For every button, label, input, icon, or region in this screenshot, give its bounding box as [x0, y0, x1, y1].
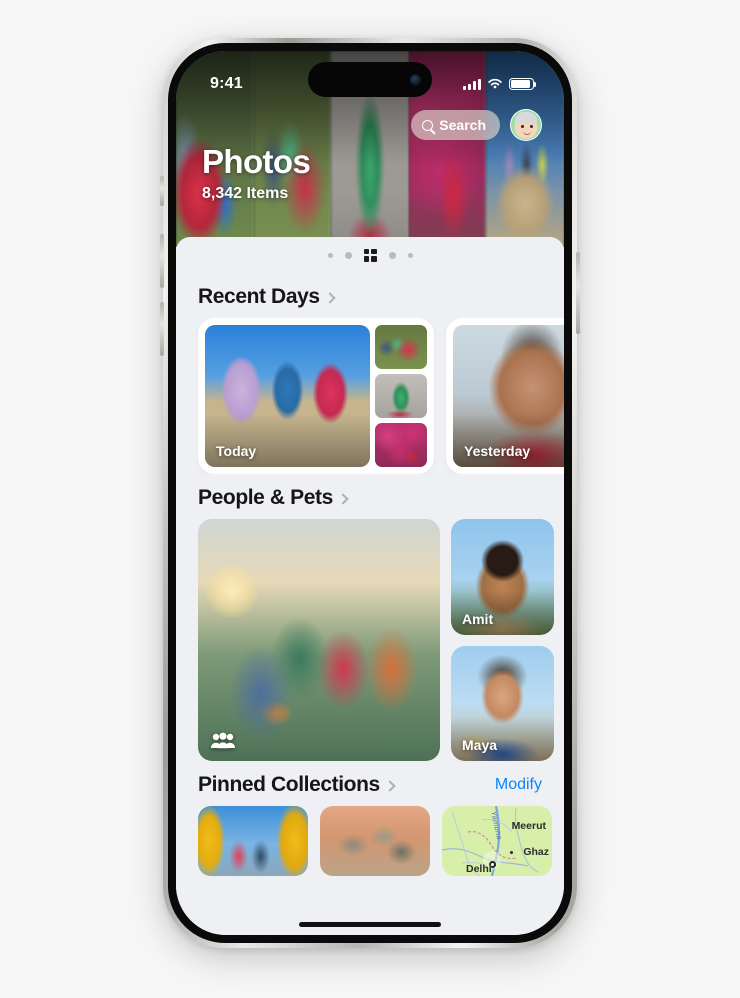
person-card-amit[interactable]: Amit: [451, 519, 554, 635]
avatar[interactable]: [510, 109, 542, 141]
iphone-device-frame: 9:41 Photos 8,342 Items Search Recent Da…: [160, 38, 580, 948]
person-card-maya[interactable]: Maya: [451, 645, 554, 761]
pinned-collections-row[interactable]: Yamuna Meerut Ghaz Delhi: [176, 806, 564, 876]
recent-days-row[interactable]: Today Yesterday: [176, 318, 564, 474]
today-thumb-3[interactable]: [375, 423, 427, 467]
action-button[interactable]: [160, 176, 164, 206]
wifi-icon: [488, 78, 502, 89]
home-indicator[interactable]: [299, 922, 441, 927]
today-thumb-1[interactable]: [375, 325, 427, 369]
chevron-right-icon[interactable]: [324, 291, 336, 304]
avatar-eye-left: [521, 125, 524, 128]
page-title: Photos: [202, 143, 311, 180]
page-dot-2[interactable]: [344, 251, 352, 259]
map-label-delhi: Delhi: [466, 863, 492, 875]
people-pets-title: People & Pets: [198, 486, 333, 509]
screenshot-canvas: 9:41 Photos 8,342 Items Search Recent Da…: [0, 0, 740, 998]
page-dot-4[interactable]: [388, 251, 396, 259]
yesterday-main-photo[interactable]: Yesterday: [453, 325, 564, 467]
section-header-recent-days[interactable]: Recent Days: [176, 285, 564, 309]
person-name-amit: Amit: [462, 610, 494, 627]
avatar-hair: [515, 112, 537, 124]
pinned-collection-map[interactable]: Yamuna Meerut Ghaz Delhi: [442, 806, 552, 876]
avatar-mouth: [523, 131, 531, 135]
today-thumb-2[interactable]: [375, 374, 427, 418]
signal-bars-icon: [463, 78, 481, 90]
status-clock: 9:41: [210, 75, 243, 92]
recent-day-card-yesterday[interactable]: Yesterday: [446, 318, 564, 474]
content-sheet: Recent Days Today Yesterday People & Pet…: [176, 237, 564, 935]
yesterday-label: Yesterday: [464, 443, 531, 459]
pinned-collections-title: Pinned Collections: [198, 773, 380, 796]
chevron-right-icon[interactable]: [384, 779, 396, 792]
search-button[interactable]: Search: [411, 110, 500, 140]
search-icon: [422, 119, 434, 131]
person-name-maya: Maya: [462, 737, 498, 753]
today-main-photo[interactable]: Today: [205, 325, 370, 467]
people-group-photo[interactable]: [198, 519, 440, 761]
header-title-block: Photos 8,342 Items: [202, 143, 311, 203]
device-bezel: 9:41 Photos 8,342 Items Search Recent Da…: [168, 43, 572, 943]
status-indicators: [463, 77, 537, 91]
grid-view-icon[interactable]: [363, 248, 377, 262]
volume-up-button[interactable]: [160, 234, 164, 288]
people-pets-row[interactable]: Amit Maya: [176, 519, 564, 761]
pinned-collection-1[interactable]: [198, 806, 308, 876]
search-button-label: Search: [439, 117, 486, 133]
people-face-column: Amit Maya: [451, 519, 554, 761]
page-dot-1[interactable]: [327, 252, 333, 258]
item-count-label: 8,342 Items: [202, 185, 289, 202]
modify-button[interactable]: Modify: [495, 776, 542, 794]
chevron-right-icon[interactable]: [337, 492, 349, 505]
dynamic-island: [308, 62, 432, 97]
today-label: Today: [216, 443, 257, 459]
battery-icon: [509, 77, 537, 91]
device-screen: 9:41 Photos 8,342 Items Search Recent Da…: [176, 51, 564, 935]
section-header-pinned-collections[interactable]: Pinned Collections Modify: [176, 773, 564, 797]
map-label-meerut: Meerut: [511, 820, 546, 832]
section-header-people-pets[interactable]: People & Pets: [176, 486, 564, 510]
recent-days-title: Recent Days: [198, 285, 320, 308]
recent-day-card-today[interactable]: Today: [198, 318, 434, 474]
today-thumbnails: [375, 325, 427, 467]
page-indicator[interactable]: [176, 237, 564, 273]
map-label-ghaziabad: Ghaz: [523, 846, 549, 858]
avatar-eye-right: [530, 125, 533, 128]
photos-hero-header: 9:41 Photos 8,342 Items Search: [176, 51, 564, 247]
power-button[interactable]: [576, 252, 580, 334]
group-people-icon: [211, 732, 235, 749]
volume-down-button[interactable]: [160, 302, 164, 356]
page-dot-5[interactable]: [407, 252, 413, 258]
pinned-collection-2[interactable]: [320, 806, 430, 876]
header-actions: Search: [411, 109, 542, 141]
